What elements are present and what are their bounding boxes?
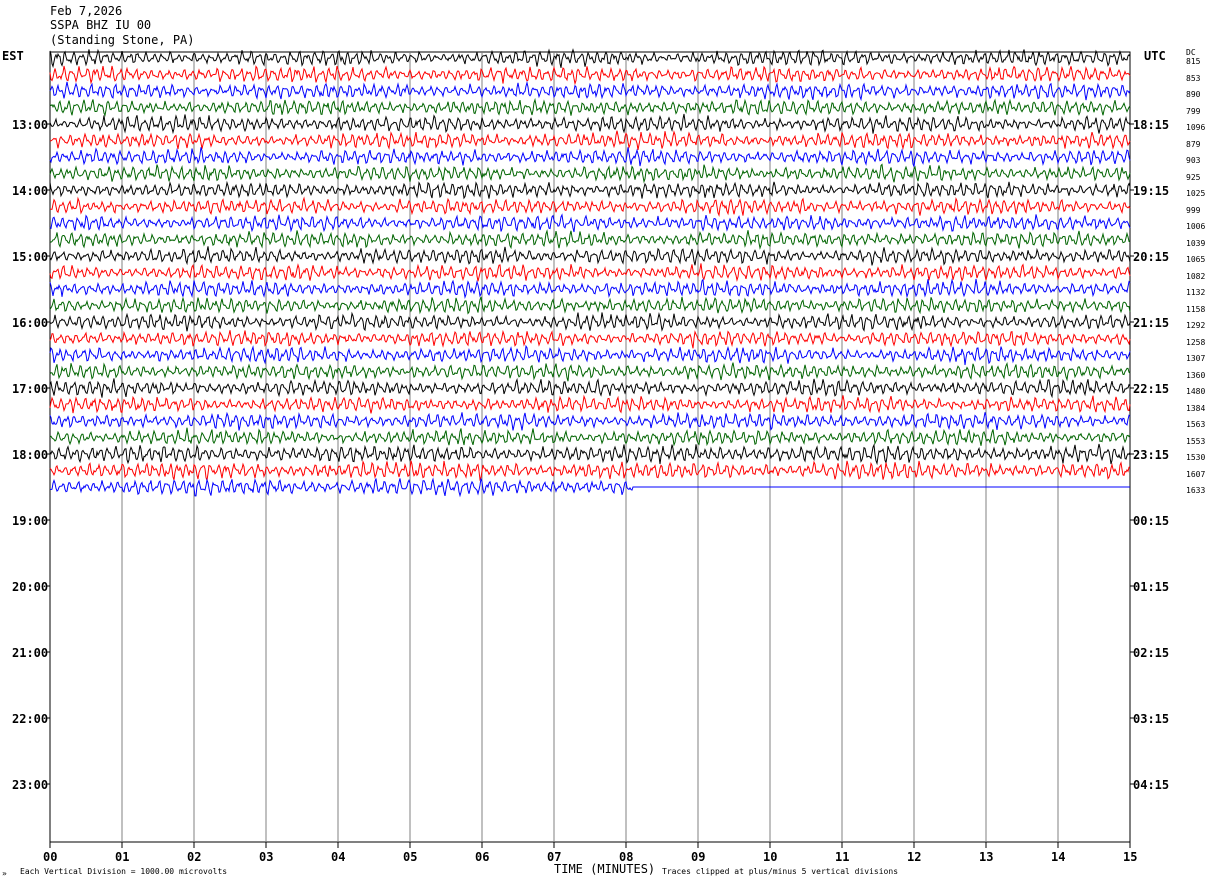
utc-hour-label: 03:15	[1133, 712, 1170, 726]
trace-line	[49, 311, 1131, 332]
dc-value: 1607	[1186, 469, 1206, 479]
vertical-division-note: Each Vertical Division = 1000.00 microvo…	[20, 867, 228, 876]
dc-value: 890	[1186, 90, 1201, 99]
trace-line	[49, 427, 1131, 447]
trace-line	[49, 394, 1131, 414]
trace-line	[49, 296, 1131, 315]
x-tick-label: 05	[403, 850, 418, 864]
utc-hour-label: 00:15	[1133, 514, 1170, 528]
trace-line	[49, 477, 1130, 498]
dc-value: 1258	[1186, 337, 1206, 347]
x-tick-label: 09	[691, 850, 706, 864]
footer-marker: »	[2, 869, 7, 878]
dc-value: 999	[1186, 205, 1201, 215]
x-tick-label: 00	[43, 850, 58, 864]
trace-line	[49, 97, 1131, 117]
dc-value: 1480	[1186, 387, 1206, 396]
x-tick-label: 04	[331, 850, 346, 864]
utc-hour-label: 18:15	[1133, 118, 1170, 132]
utc-hour-label: 04:15	[1133, 778, 1170, 792]
utc-hour-label: 23:15	[1133, 448, 1170, 462]
x-tick-label: 02	[187, 850, 202, 864]
x-tick-label: 03	[259, 850, 274, 864]
x-tick-label: 01	[115, 850, 130, 864]
est-hour-label: 17:00	[12, 382, 49, 396]
trace-line	[49, 344, 1131, 366]
utc-hour-label: 21:15	[1133, 316, 1170, 330]
dc-value: 1158	[1186, 304, 1206, 314]
trace-line	[49, 278, 1131, 299]
dc-value: 1006	[1186, 222, 1206, 231]
utc-hour-label: 20:15	[1133, 250, 1170, 264]
trace-line	[49, 460, 1131, 482]
est-hour-label: 19:00	[12, 514, 49, 528]
dc-value: 925	[1186, 172, 1201, 182]
utc-hour-label: 02:15	[1133, 646, 1170, 660]
dc-value: 879	[1186, 139, 1201, 149]
trace-line	[49, 147, 1131, 167]
trace-line	[49, 361, 1131, 382]
dc-value: 1065	[1186, 255, 1206, 264]
x-tick-label: 10	[763, 850, 778, 864]
dc-value: 815	[1186, 57, 1201, 66]
dc-value: 1633	[1186, 486, 1206, 495]
helicorder-plot	[46, 48, 1134, 848]
est-hour-label: 20:00	[12, 580, 49, 594]
trace-line	[49, 443, 1131, 466]
dc-value: 1530	[1186, 453, 1206, 462]
trace-line	[49, 329, 1131, 349]
dc-value: 1292	[1186, 321, 1206, 330]
trace-line	[50, 196, 1131, 217]
trace-line	[49, 130, 1131, 151]
dc-value: 903	[1186, 156, 1201, 165]
trace-line	[49, 411, 1131, 431]
trace-line	[49, 229, 1131, 250]
dc-value: 1025	[1186, 189, 1206, 198]
dc-value: 1563	[1186, 420, 1206, 429]
x-tick-label: 11	[835, 850, 850, 864]
dc-value: 853	[1186, 73, 1201, 83]
est-hour-label: 22:00	[12, 712, 49, 726]
clipping-note: Traces clipped at plus/minus 5 vertical …	[662, 867, 899, 876]
trace-line	[49, 180, 1131, 200]
utc-hour-label: 19:15	[1133, 184, 1170, 198]
x-axis-title: TIME (MINUTES)	[554, 862, 656, 876]
plot-frame	[49, 51, 1131, 843]
est-hour-label: 23:00	[12, 778, 49, 792]
dc-value: 1307	[1186, 354, 1206, 363]
est-hour-label: 21:00	[12, 646, 49, 660]
dc-value: 1360	[1186, 370, 1206, 380]
est-hour-label: 14:00	[12, 184, 49, 198]
dc-value: 1553	[1186, 436, 1206, 446]
x-tick-label: 12	[907, 850, 922, 864]
trace-line	[49, 213, 1131, 233]
dc-value: 1132	[1186, 288, 1206, 297]
dc-value: 799	[1186, 106, 1201, 116]
utc-hour-label: 22:15	[1133, 382, 1170, 396]
dc-value: 1384	[1186, 403, 1206, 413]
trace-line	[49, 263, 1131, 282]
x-tick-label: 13	[979, 850, 994, 864]
trace-line	[49, 65, 1131, 86]
trace-line	[49, 246, 1131, 266]
x-tick-label: 15	[1123, 850, 1138, 864]
trace-line	[49, 80, 1131, 102]
est-hour-label: 13:00	[12, 118, 49, 132]
dc-value: 1082	[1186, 271, 1206, 281]
utc-hour-label: 01:15	[1133, 580, 1170, 594]
x-tick-label: 14	[1051, 850, 1066, 864]
est-hour-label: 15:00	[12, 250, 49, 264]
trace-line	[49, 113, 1131, 135]
est-hour-label: 16:00	[12, 316, 49, 330]
trace-line	[49, 163, 1131, 184]
x-tick-label: 06	[475, 850, 490, 864]
trace-line	[49, 377, 1131, 399]
dc-value: 1096	[1186, 123, 1206, 132]
est-hour-label: 18:00	[12, 448, 49, 462]
dc-value: 1039	[1186, 238, 1206, 248]
